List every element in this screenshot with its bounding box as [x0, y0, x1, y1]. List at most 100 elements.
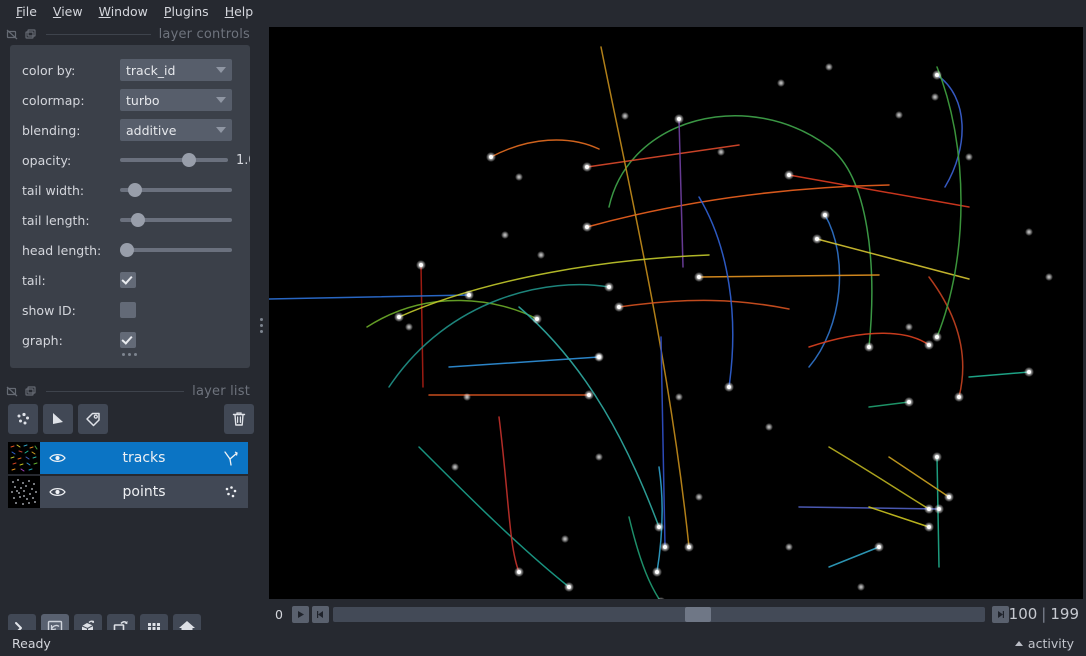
track-head-point [867, 345, 871, 349]
point-marker [1025, 228, 1033, 236]
opacity-slider-handle[interactable] [182, 153, 196, 167]
track-head-point [585, 225, 589, 229]
status-message: Ready [12, 635, 51, 651]
napari-canvas[interactable] [269, 27, 1083, 599]
head-length-slider[interactable] [120, 239, 232, 261]
graph-checkbox[interactable] [120, 332, 136, 348]
track-head-point [907, 400, 911, 404]
layer-row-tracks[interactable]: tracks [8, 442, 248, 474]
track-head-point [1027, 370, 1031, 374]
points-icon [17, 412, 29, 425]
opacity-slider[interactable] [120, 149, 228, 171]
play-icon [298, 610, 304, 618]
layer-name-area-tracks[interactable]: tracks [40, 442, 248, 474]
label-opacity: opacity: [22, 152, 72, 168]
blending-combobox[interactable]: additive [120, 119, 232, 141]
new-points-layer-button[interactable] [8, 404, 38, 434]
visibility-icon[interactable] [48, 485, 66, 499]
field-tail-length [120, 205, 250, 235]
track-head-point [935, 73, 939, 77]
point-marker [777, 79, 785, 87]
point-marker [405, 323, 413, 331]
dims-slider[interactable] [333, 606, 985, 622]
play-button[interactable] [292, 605, 309, 623]
track-head-point [935, 335, 939, 339]
point-marker [1045, 273, 1053, 281]
point-marker [451, 463, 459, 471]
track-head-point [663, 545, 667, 549]
layer-row-points[interactable]: points [8, 476, 248, 508]
point-marker [965, 153, 973, 161]
delete-layer-button[interactable] [224, 404, 254, 434]
point-marker [825, 63, 833, 71]
new-labels-layer-button[interactable] [78, 404, 108, 434]
caret-up-icon [1014, 640, 1023, 646]
blending-value: additive [126, 122, 177, 138]
point-marker [785, 543, 793, 551]
head-length-slider-handle[interactable] [120, 243, 134, 257]
float-icon[interactable] [6, 28, 19, 41]
menu-item-file[interactable]: File [8, 2, 45, 21]
track-head-point [687, 545, 691, 549]
tail-checkbox[interactable] [120, 272, 136, 288]
visibility-icon[interactable] [48, 451, 66, 465]
layer-name-area-points[interactable]: points [40, 476, 248, 508]
label-tail-length: tail length: [22, 212, 90, 228]
vertical-splitter-handle[interactable] [260, 318, 263, 333]
layer-controls-panel: color by: track_id colormap: turbo blend… [10, 45, 250, 368]
activity-button[interactable]: activity [1014, 635, 1074, 651]
activity-label: activity [1027, 635, 1074, 651]
layer-list-title: layer list [192, 383, 250, 399]
track-head-point [677, 117, 681, 121]
layer-name-label: tracks [122, 450, 166, 466]
tail-length-slider[interactable] [120, 209, 232, 231]
point-marker [675, 393, 683, 401]
tail-width-slider-handle[interactable] [128, 183, 142, 197]
point-marker [931, 93, 939, 101]
field-colormap: turbo [120, 85, 250, 115]
point-marker [561, 535, 569, 543]
chevron-down-icon [216, 67, 226, 73]
tail-width-slider[interactable] [120, 179, 232, 201]
chevron-down-icon [216, 97, 226, 103]
close-dock-icon[interactable] [24, 28, 37, 41]
status-bar: Ready activity [0, 630, 1086, 656]
track-head-point [535, 317, 539, 321]
new-shapes-layer-button[interactable] [43, 404, 73, 434]
layer-name-label: points [122, 484, 166, 500]
labels-icon [86, 412, 100, 427]
layer-list-buttons [8, 404, 254, 436]
menu-item-view[interactable]: View [45, 2, 91, 21]
menu-item-help[interactable]: Help [217, 2, 262, 21]
horizontal-splitter-handle[interactable] [122, 353, 137, 356]
menu-bar: File View Window Plugins Help [0, 0, 1086, 23]
track-head-point [517, 570, 521, 574]
field-opacity: 1.00 [120, 145, 250, 175]
track-head-point [927, 507, 931, 511]
track-head-point [787, 173, 791, 177]
show-id-checkbox[interactable] [120, 302, 136, 318]
label-tail-width: tail width: [22, 182, 85, 198]
field-blending: additive [120, 115, 250, 145]
point-marker [595, 453, 603, 461]
step-forward-button[interactable] [991, 605, 1009, 623]
close-dock-icon[interactable] [24, 385, 37, 398]
track-head-point [567, 585, 571, 589]
layer-controls-grid: color by: track_id colormap: turbo blend… [10, 45, 250, 355]
step-back-button[interactable] [312, 605, 329, 623]
dims-slider-handle[interactable] [684, 606, 711, 622]
label-graph: graph: [22, 332, 63, 348]
colormap-combobox[interactable]: turbo [120, 89, 232, 111]
left-dock: layer controls color by: track_id colorm… [0, 23, 262, 642]
float-icon[interactable] [6, 385, 19, 398]
trash-icon [232, 412, 246, 426]
track-head-point [655, 570, 659, 574]
field-color-by: track_id [120, 55, 250, 85]
tail-length-slider-handle[interactable] [131, 213, 145, 227]
menu-item-window[interactable]: Window [91, 2, 156, 21]
track-head-point [617, 305, 621, 309]
menu-item-plugins[interactable]: Plugins [156, 2, 217, 21]
titlebar-rule [46, 33, 151, 35]
point-marker [537, 251, 545, 259]
color-by-combobox[interactable]: track_id [120, 59, 232, 81]
